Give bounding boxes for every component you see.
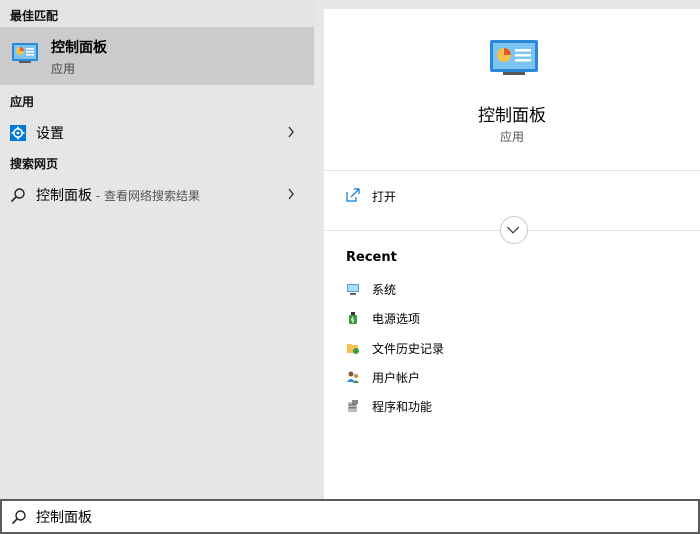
- programs-features-icon: [348, 400, 358, 412]
- recent-item-file-history[interactable]: 文件历史记录: [324, 338, 700, 364]
- user-accounts-icon: [347, 371, 359, 383]
- search-icon: [10, 188, 25, 203]
- recent-item-programs-features[interactable]: 程序和功能: [324, 396, 700, 422]
- divider: [324, 170, 700, 171]
- web-search-item[interactable]: 控制面板 - 查看网络搜索结果: [0, 177, 314, 211]
- apps-heading: 应用: [10, 95, 35, 109]
- app-item-settings[interactable]: 设置: [0, 115, 314, 149]
- web-search-query: 控制面板: [36, 188, 92, 204]
- web-search-heading: 搜索网页: [10, 157, 59, 171]
- preview-pane: 控制面板 应用 打开 Recent 系统 电源选项 文件历史记录 用户帐户 程序…: [324, 9, 700, 499]
- recent-item-label: 文件历史记录: [372, 342, 445, 356]
- chevron-down-icon: [507, 226, 520, 234]
- recent-heading: Recent: [346, 250, 397, 265]
- open-action[interactable]: 打开: [324, 180, 700, 214]
- chevron-right-icon[interactable]: [286, 124, 296, 140]
- preview-title: 控制面板: [478, 106, 546, 126]
- recent-item-label: 用户帐户: [372, 371, 421, 385]
- recent-item-power-options[interactable]: 电源选项: [324, 308, 700, 334]
- settings-gear-icon: [10, 125, 26, 141]
- best-match-subtitle: 应用: [51, 62, 76, 76]
- best-match-heading: 最佳匹配: [10, 9, 59, 23]
- control-panel-icon: [490, 40, 538, 75]
- app-item-label: 设置: [36, 126, 64, 142]
- chevron-right-icon[interactable]: [286, 186, 296, 202]
- search-icon: [11, 510, 26, 525]
- open-icon: [346, 188, 360, 202]
- search-box[interactable]: 控制面板: [0, 499, 700, 534]
- preview-subtitle: 应用: [499, 130, 524, 144]
- recent-item-label: 电源选项: [372, 312, 421, 326]
- best-match-item[interactable]: 控制面板 应用: [0, 27, 314, 85]
- recent-item-label: 程序和功能: [372, 400, 433, 414]
- file-history-icon: [347, 344, 359, 354]
- results-pane: 最佳匹配 控制面板 应用 应用 设置 搜索网页 控制面板 - 查看网络搜索结果: [0, 0, 314, 499]
- best-match-title: 控制面板: [51, 40, 107, 56]
- system-icon: [347, 284, 359, 295]
- recent-item-user-accounts[interactable]: 用户帐户: [324, 367, 700, 393]
- expand-button[interactable]: [500, 216, 528, 244]
- control-panel-icon: [12, 43, 38, 63]
- recent-item-system[interactable]: 系统: [324, 279, 700, 305]
- open-label: 打开: [372, 190, 397, 204]
- recent-item-label: 系统: [372, 283, 397, 297]
- web-search-label: 控制面板 - 查看网络搜索结果: [36, 185, 200, 205]
- power-options-icon: [349, 312, 357, 324]
- search-input[interactable]: 控制面板: [36, 507, 92, 527]
- web-search-hint: - 查看网络搜索结果: [92, 189, 200, 203]
